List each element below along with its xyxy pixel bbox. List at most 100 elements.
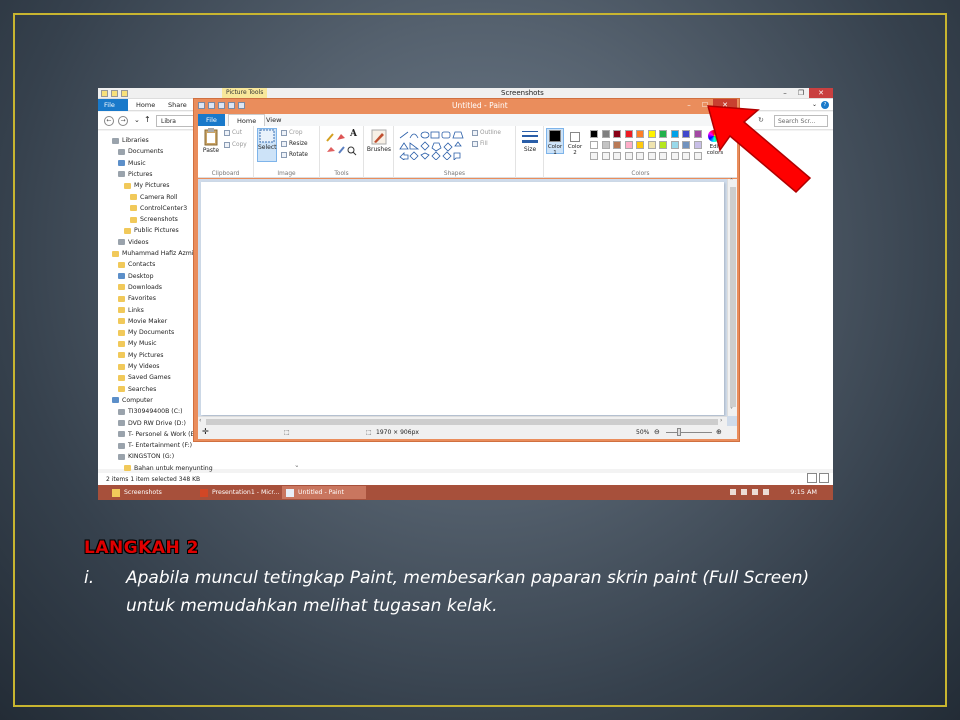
custom-color-swatch[interactable]: [659, 152, 667, 160]
nav-item[interactable]: My Documents: [118, 327, 174, 338]
taskbar-item-paint[interactable]: Untitled - Paint: [282, 486, 366, 499]
nav-item[interactable]: Public Pictures: [124, 225, 179, 236]
custom-color-swatch[interactable]: [682, 152, 690, 160]
color-swatch[interactable]: [613, 130, 621, 138]
custom-color-swatch[interactable]: [647, 152, 656, 160]
network-icon[interactable]: [752, 489, 758, 495]
color-swatch[interactable]: [601, 130, 610, 138]
custom-color-swatch[interactable]: [601, 152, 610, 160]
volume-icon[interactable]: [763, 489, 769, 495]
zoom-in-icon[interactable]: ⊕: [716, 428, 722, 436]
rotate-button[interactable]: Rotate: [281, 152, 308, 158]
clock[interactable]: 9:15 AM: [790, 488, 817, 496]
custom-color-swatch[interactable]: [590, 152, 598, 160]
show-hidden-icon[interactable]: [730, 489, 736, 495]
nav-item[interactable]: Favorites: [118, 293, 156, 304]
custom-color-swatch[interactable]: [613, 152, 621, 160]
shapes-gallery[interactable]: [398, 130, 468, 160]
minimize-button[interactable]: –: [777, 88, 793, 98]
nav-item[interactable]: DVD RW Drive (D:): [118, 418, 186, 429]
details-view-icon[interactable]: [807, 473, 817, 483]
new-folder-icon[interactable]: [121, 90, 128, 97]
nav-item[interactable]: Libraries: [112, 135, 149, 146]
custom-color-swatch[interactable]: [624, 152, 633, 160]
scroll-right-icon[interactable]: ›: [720, 417, 722, 424]
color-swatch[interactable]: [682, 130, 690, 138]
cut-button[interactable]: Cut: [224, 130, 242, 136]
recent-locations-icon[interactable]: ⌄: [134, 116, 140, 124]
brushes-button[interactable]: Brushes: [365, 129, 393, 153]
nav-item[interactable]: T- Personel & Work (E:: [118, 429, 197, 440]
back-arrow-icon[interactable]: ←: [104, 116, 114, 126]
horizontal-scroll-thumb[interactable]: [206, 419, 718, 425]
select-button[interactable]: Select: [257, 128, 277, 162]
nav-item[interactable]: T- Entertainment (F:): [118, 440, 192, 451]
zoom-slider[interactable]: [666, 432, 712, 433]
color-swatch[interactable]: [647, 141, 656, 149]
nav-item[interactable]: KINGSTON (G:): [118, 451, 174, 462]
custom-color-swatch[interactable]: [670, 152, 679, 160]
vertical-scroll-thumb[interactable]: [730, 187, 736, 407]
undo-icon[interactable]: [218, 102, 225, 109]
nav-item[interactable]: Pictures: [118, 169, 153, 180]
paint-minimize-button[interactable]: –: [681, 99, 697, 111]
color-swatch[interactable]: [590, 130, 598, 138]
horizontal-scrollbar[interactable]: ‹ ›: [198, 416, 727, 426]
scroll-left-icon[interactable]: ‹: [199, 417, 201, 424]
nav-item[interactable]: Documents: [118, 146, 163, 157]
color-swatch[interactable]: [670, 141, 679, 149]
up-arrow-icon[interactable]: ↑: [144, 115, 151, 124]
help-icon[interactable]: ?: [821, 101, 829, 109]
nav-item[interactable]: Movie Maker: [118, 316, 167, 327]
explorer-tab-home[interactable]: Home: [136, 101, 155, 109]
save-icon[interactable]: [208, 102, 215, 109]
zoom-slider-thumb[interactable]: [677, 428, 681, 436]
color2-swatch[interactable]: [570, 132, 580, 142]
nav-item[interactable]: Music: [118, 158, 146, 169]
nav-item[interactable]: Computer: [112, 395, 153, 406]
forward-arrow-icon[interactable]: →: [118, 116, 128, 126]
fill-dropdown[interactable]: Fill: [472, 141, 488, 147]
nav-item[interactable]: ControlCenter3: [130, 203, 187, 214]
paint-tab-view[interactable]: View: [258, 114, 289, 126]
color-swatch[interactable]: [670, 130, 679, 138]
paint-app-icon[interactable]: [198, 102, 205, 109]
color-swatch[interactable]: [682, 141, 690, 149]
nav-item[interactable]: Desktop: [118, 271, 154, 282]
color-swatch[interactable]: [590, 141, 598, 149]
nav-item[interactable]: My Pictures: [124, 180, 169, 191]
scroll-down-icon[interactable]: ˅: [730, 407, 733, 414]
nav-item[interactable]: Camera Roll: [130, 192, 178, 203]
properties-icon[interactable]: [111, 90, 118, 97]
text-tool-icon[interactable]: A: [350, 129, 357, 139]
nav-item[interactable]: Saved Games: [118, 372, 171, 383]
color-swatch[interactable]: [636, 130, 644, 138]
flag-icon[interactable]: [741, 489, 747, 495]
color-swatch[interactable]: [636, 141, 644, 149]
customize-icon[interactable]: [238, 102, 245, 109]
nav-item[interactable]: Contacts: [118, 259, 155, 270]
color-swatch[interactable]: [647, 130, 656, 138]
explorer-tab-share[interactable]: Share: [168, 101, 187, 109]
nav-item[interactable]: Screenshots: [130, 214, 178, 225]
outline-dropdown[interactable]: Outline: [472, 130, 501, 136]
nav-item[interactable]: Searches: [118, 384, 156, 395]
nav-item[interactable]: My Videos: [118, 361, 160, 372]
nav-item[interactable]: Videos: [118, 237, 149, 248]
zoom-out-icon[interactable]: ⊖: [654, 428, 660, 436]
paste-button[interactable]: Paste: [201, 128, 221, 154]
custom-color-swatch[interactable]: [636, 152, 644, 160]
nav-item[interactable]: My Pictures: [118, 350, 163, 361]
nav-item[interactable]: Downloads: [118, 282, 162, 293]
color-swatch[interactable]: [659, 130, 667, 138]
color-swatch[interactable]: [613, 141, 621, 149]
nav-item[interactable]: My Music: [118, 338, 157, 349]
nav-item[interactable]: Muhammad Hafiz Azmi: [112, 248, 194, 259]
color-swatch[interactable]: [624, 130, 633, 138]
drawing-canvas[interactable]: [201, 182, 724, 415]
nav-item[interactable]: TI30949400B (C:): [118, 406, 183, 417]
large-icons-view-icon[interactable]: [819, 473, 829, 483]
color-swatch[interactable]: [659, 141, 667, 149]
copy-button[interactable]: Copy: [224, 142, 247, 148]
color-swatch[interactable]: [601, 141, 610, 149]
